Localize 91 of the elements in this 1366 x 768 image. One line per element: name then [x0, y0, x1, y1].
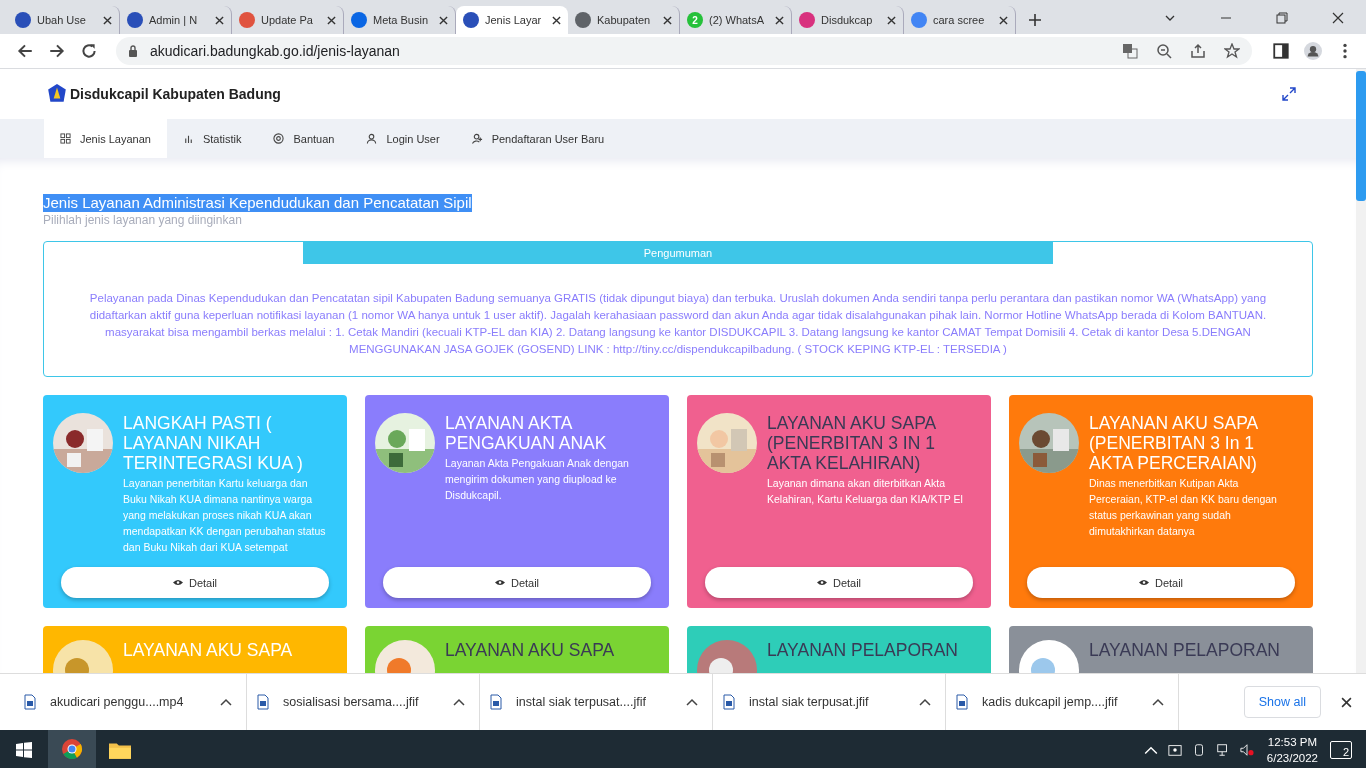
scrollbar-thumb[interactable]: [1356, 71, 1366, 201]
nav-tab[interactable]: Login User: [350, 119, 456, 158]
file-icon: [723, 694, 735, 710]
card-title: LAYANAN AKU SAPA: [445, 640, 616, 660]
detail-button[interactable]: Detail: [705, 567, 973, 598]
nav-tab[interactable]: Pendaftaran User Baru: [455, 119, 621, 158]
close-icon[interactable]: [327, 15, 336, 25]
restore-icon[interactable]: [1276, 12, 1288, 24]
windows-start-icon[interactable]: [16, 742, 32, 758]
browser-taskbar-icon[interactable]: [48, 730, 96, 768]
caret-up-icon[interactable]: [686, 698, 698, 706]
close-icon[interactable]: [552, 15, 561, 25]
announcement-text: Pelayanan pada Dinas Kependudukan dan Pencatatan sipil Kabupaten Badung semuanya GRATIS (tidak dipungut biaya) dan terbuka. Uruslah dokumen Anda sendiri tanpa perlu perantara dan pastikan nomor WA (WhatsApp) yang didaftarkan aktif guna keperluan notifikasi layanan (1 nomor WA hanya untuk 1 user aktif). Jagalah kerahasiaan password dan akun Anda agar tidak disalahgunakan pihak lain. Normor Hotline WhatsApp berada di Kolom BANTUAN. masyarakat bisa mengambil berkas melalui : 1. Cetak Mandiri (kecuali KTP-EL dan KIA) 2. Datang langsung ke kantor DISDUKCAPIL 3. Datang langsung ke kantor CAMAT Tempat Domisili 4. Cetak di kantor Desa 5.DENGAN MENGGUNAKAN JASA GOJEK (GOSEND) LINK : http://tiny.cc/dispendukcapilbadung. ( STOCK KEPING KTP-EL : TERSEDIA ): [88, 291, 1268, 357]
forward-icon[interactable]: [48, 42, 66, 60]
grid-icon: [60, 133, 71, 144]
close-icon[interactable]: [999, 15, 1008, 25]
announcement-title: Pengumuman: [303, 242, 1053, 264]
file-icon: [257, 694, 269, 710]
browser-tab[interactable]: Admin | N: [120, 6, 232, 34]
page-subheading: Pilihlah jenis layanan yang diinginkan: [43, 213, 243, 227]
card-title: LAYANAN PELAPORAN: [767, 640, 959, 660]
new-tab-icon[interactable]: [1028, 13, 1042, 27]
file-icon: [24, 694, 36, 710]
reload-icon[interactable]: [80, 42, 98, 60]
close-icon[interactable]: [439, 15, 448, 25]
eye-icon: [1138, 579, 1149, 586]
user-icon: [366, 133, 378, 144]
close-icon[interactable]: [1341, 696, 1352, 708]
eye-icon: [494, 579, 505, 586]
address-field[interactable]: akudicari.badungkab.go.id/jenis-layanan: [116, 37, 1252, 65]
nav-tab[interactable]: Statistik: [166, 119, 258, 158]
user-plus-icon: [471, 133, 483, 144]
site-title[interactable]: Disdukcapil Kabupaten Badung: [70, 86, 281, 102]
show-all-button[interactable]: Show all: [1243, 686, 1321, 718]
card-title: LAYANAN AKU SAPA (PENERBITAN 3 In 1 AKTA PERCERAIAN): [1089, 413, 1259, 473]
close-icon[interactable]: [103, 15, 112, 25]
sidebar-icon[interactable]: [1272, 42, 1290, 60]
close-icon[interactable]: [887, 15, 896, 25]
notification-button[interactable]: 2: [1330, 741, 1352, 759]
caret-up-icon[interactable]: [453, 698, 465, 706]
card-description: Layanan penerbitan Kartu keluarga dan Buku Nikah KUA dimana nantinya warga yang melakukan proses nikah KUA akan mendapatkan KK dengan perubahan status dan Buku Nikah dari KUA setempat: [123, 476, 327, 555]
card-title: LAYANAN AKTA PENGAKUAN ANAK: [445, 413, 608, 453]
close-icon[interactable]: [1332, 12, 1344, 24]
network-icon[interactable]: [1215, 743, 1230, 757]
browser-tab[interactable]: 2 (2) WhatsA: [680, 6, 792, 34]
profile-icon[interactable]: [1304, 42, 1322, 60]
page-heading: Jenis Layanan Administrasi Kependudukan dan Pencatatan Sipil: [43, 194, 472, 212]
close-icon[interactable]: [663, 15, 672, 25]
file-icon: [956, 694, 968, 710]
share-icon[interactable]: [1190, 43, 1206, 59]
back-icon[interactable]: [16, 42, 34, 60]
card-description: Layanan Akta Pengakuan Anak dengan mengirim dokumen yang diupload ke Disdukcapil.: [445, 456, 630, 503]
browser-tab[interactable]: Kabupaten: [568, 6, 680, 34]
card-description: Dinas menerbitkan Kutipan Akta Perceraian, KTP-el dan KK baru dengan status perkawinan yang sudah dimutakhirkan datanya: [1089, 476, 1278, 539]
detail-button[interactable]: Detail: [1027, 567, 1295, 598]
lock-icon[interactable]: [128, 45, 138, 57]
browser-tab[interactable]: Ubah Use: [8, 6, 120, 34]
crest-icon: [46, 83, 68, 105]
zoom-icon[interactable]: [1156, 43, 1172, 59]
detail-button[interactable]: Detail: [383, 567, 651, 598]
caret-up-icon[interactable]: [220, 698, 232, 706]
star-icon[interactable]: [1224, 43, 1240, 59]
browser-tab[interactable]: cara scree: [904, 6, 1016, 34]
file-icon: [490, 694, 502, 710]
clock-time[interactable]: 12:53 PM: [1267, 734, 1318, 750]
caret-up-icon[interactable]: [1152, 698, 1164, 706]
detail-button[interactable]: Detail: [61, 567, 329, 598]
bar-chart-icon: [182, 133, 194, 144]
favicon-icon: 2: [687, 12, 703, 28]
nav-tab[interactable]: Bantuan: [257, 119, 351, 158]
clock-date[interactable]: 6/23/2022: [1266, 750, 1318, 766]
browser-tab[interactable]: Jenis Layar: [456, 6, 568, 34]
eye-icon: [172, 579, 183, 586]
card-title: LAYANAN AKU SAPA (PENERBITAN 3 IN 1 AKTA KELAHIRAN): [767, 413, 937, 473]
lifebuoy-icon: [273, 133, 285, 144]
card-title: LAYANAN PELAPORAN: [1089, 640, 1281, 660]
translate-icon[interactable]: [1122, 43, 1138, 59]
card-title: LANGKAH PASTI ( LAYANAN NIKAH TERINTEGRASI KUA ): [123, 413, 304, 473]
browser-tab[interactable]: Update Pa: [232, 6, 344, 34]
caret-up-icon[interactable]: [919, 698, 931, 706]
card-title: LAYANAN AKU SAPA: [123, 640, 294, 660]
expand-icon[interactable]: [1282, 87, 1296, 101]
close-icon[interactable]: [215, 15, 224, 25]
tray-app-icon[interactable]: [1167, 743, 1182, 757]
card-description: Layanan dimana akan diterbitkan Akta Kelahiran, Kartu Keluarga dan KIA/KTP El: [767, 476, 964, 507]
muted-speaker-icon[interactable]: [1239, 743, 1254, 757]
close-icon[interactable]: [775, 15, 784, 25]
browser-tab[interactable]: Disdukcap: [792, 6, 904, 34]
eye-icon: [816, 579, 827, 586]
browser-tab[interactable]: Meta Busin: [344, 6, 456, 34]
nav-tab[interactable]: Jenis Layanan: [44, 119, 167, 158]
